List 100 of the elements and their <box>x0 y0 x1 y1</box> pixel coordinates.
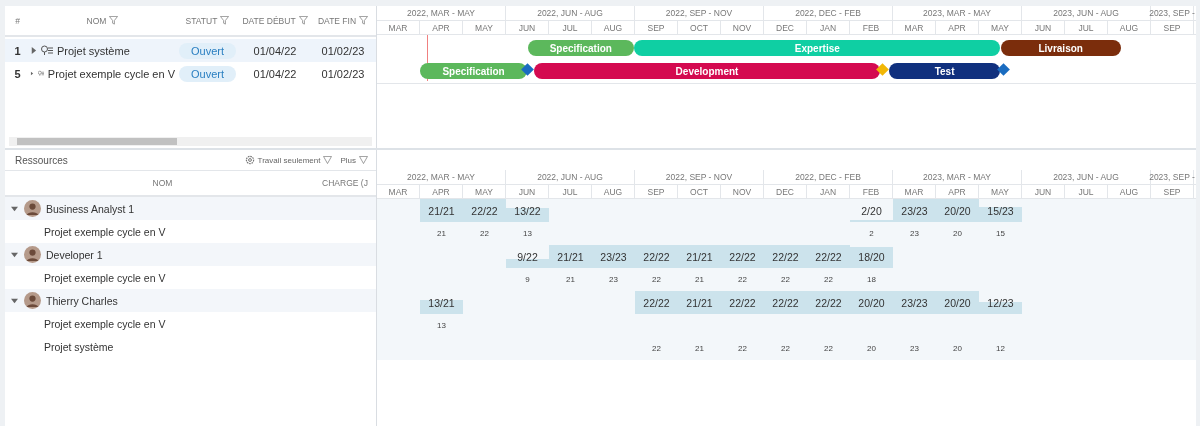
panel-title: Ressources <box>15 154 68 166</box>
month-header: AUG <box>592 185 635 198</box>
month-header: NOV <box>721 185 764 198</box>
workload-value: 20/20 <box>944 296 971 309</box>
project-name: Projet exemple cycle en V <box>44 225 166 238</box>
start-date: 01/04/22 <box>253 67 297 80</box>
month-header: MAR <box>377 185 420 198</box>
workload-value: 21/21 <box>686 296 713 309</box>
workload-value: 22/22 <box>471 204 498 217</box>
quarter-header: 2022, DEC - FEB <box>764 6 893 20</box>
row-number: 5 <box>14 67 21 80</box>
workload-value: 9 <box>525 275 530 284</box>
workload-value: 20 <box>953 344 962 353</box>
workload-value: 20 <box>953 229 962 238</box>
quarter-header: 2022, SEP - NOV <box>635 170 764 184</box>
month-header: OCT <box>678 185 721 198</box>
task-bar[interactable]: Livraison <box>1000 40 1121 56</box>
workload-value: 22 <box>781 344 790 353</box>
month-header: JUN <box>1022 185 1065 198</box>
month-header: FEB <box>850 21 893 34</box>
quarter-header: 2022, JUN - AUG <box>506 170 635 184</box>
caret-icon[interactable] <box>11 205 18 212</box>
avatar <box>24 246 41 263</box>
month-header: JUL <box>1065 21 1108 34</box>
caret-icon[interactable] <box>11 297 18 304</box>
month-header: SEP <box>1151 21 1194 34</box>
filter-button[interactable]: Plus <box>340 155 368 165</box>
month-header: AUG <box>592 21 635 34</box>
filter-button[interactable]: Travail seulement <box>244 155 333 165</box>
task-bar[interactable]: Test <box>888 63 1001 79</box>
workload-value: 13 <box>437 321 446 330</box>
workload-value: 2/20 <box>861 204 882 217</box>
column-header: NOM <box>152 178 173 188</box>
workload-value: 13/22 <box>514 204 541 217</box>
workload-value: 23/23 <box>600 250 627 263</box>
workload-value: 13 <box>523 229 532 238</box>
workload-value: 18 <box>867 275 876 284</box>
quarter-header: 2023, SEP - <box>1151 170 1194 184</box>
month-header: AUG <box>1108 21 1151 34</box>
quarter-header: 2022, MAR - MAY <box>377 170 506 184</box>
caret-icon[interactable] <box>11 251 18 258</box>
workload-value: 23/23 <box>901 296 928 309</box>
resource-name: Thierry Charles <box>46 294 118 307</box>
end-date: 01/02/23 <box>321 67 365 80</box>
avatar <box>24 200 41 217</box>
column-header: NOM <box>86 15 107 26</box>
workload-value: 15 <box>996 229 1005 238</box>
month-header: SEP <box>635 185 678 198</box>
month-header: APR <box>936 185 979 198</box>
task-bar[interactable]: Development <box>533 63 881 79</box>
workload-value: 23 <box>910 229 919 238</box>
quarter-header: 2022, JUN - AUG <box>506 6 635 20</box>
resource-name: Business Analyst 1 <box>46 202 135 215</box>
month-header: APR <box>420 21 463 34</box>
workload-value: 22 <box>824 344 833 353</box>
workload-fill <box>420 199 463 222</box>
project-name: Projet système <box>44 340 114 353</box>
end-date: 01/02/23 <box>321 44 365 57</box>
project-name: Projet système <box>57 44 130 57</box>
workload-value: 23 <box>910 344 919 353</box>
column-header: CHARGE (J <box>322 178 368 188</box>
caret-icon[interactable] <box>30 47 37 54</box>
project-name: Projet exemple cycle en V <box>44 271 166 284</box>
workload-value: 21/21 <box>428 204 455 217</box>
project-icon <box>41 45 53 56</box>
month-header: JUN <box>506 21 549 34</box>
workload-value: 22/22 <box>643 296 670 309</box>
column-header: STATUT <box>185 15 218 26</box>
month-header: MAR <box>377 21 420 34</box>
workload-value: 13/21 <box>428 296 455 309</box>
workload-value: 22 <box>652 275 661 284</box>
workload-value: 22 <box>781 275 790 284</box>
workload-value: 22 <box>824 275 833 284</box>
workload-value: 9/22 <box>517 250 538 263</box>
start-date: 01/04/22 <box>253 44 297 57</box>
horizontal-scrollbar[interactable] <box>9 137 372 146</box>
workload-value: 21 <box>566 275 575 284</box>
workload-value: 21/21 <box>557 250 584 263</box>
quarter-header: 2022, MAR - MAY <box>377 6 506 20</box>
project-row[interactable]: 1 Projet système Ouvert 01/04/22 01/02/23 <box>5 39 376 62</box>
project-name: Projet exemple cycle en V <box>44 317 166 330</box>
workload-value: 22/22 <box>815 250 842 263</box>
status-badge: Ouvert <box>179 42 236 59</box>
row-number: 1 <box>14 44 21 57</box>
workload-value: 21 <box>695 344 704 353</box>
quarter-header: 2023, SEP - <box>1151 6 1194 20</box>
workload-value: 20 <box>867 344 876 353</box>
resource-name: Developer 1 <box>46 248 103 261</box>
project-name: Projet exemple cycle en V <box>47 67 175 80</box>
project-icon <box>37 68 44 79</box>
workload-fill <box>850 247 893 268</box>
avatar <box>24 292 41 309</box>
month-header: MAY <box>979 21 1022 34</box>
workload-value: 23 <box>609 275 618 284</box>
workload-value: 21 <box>437 229 446 238</box>
caret-icon[interactable] <box>30 70 34 77</box>
month-header: MAY <box>463 21 506 34</box>
workload-value: 22 <box>738 344 747 353</box>
month-header: DEC <box>764 185 807 198</box>
workload-value: 15/23 <box>987 204 1014 217</box>
